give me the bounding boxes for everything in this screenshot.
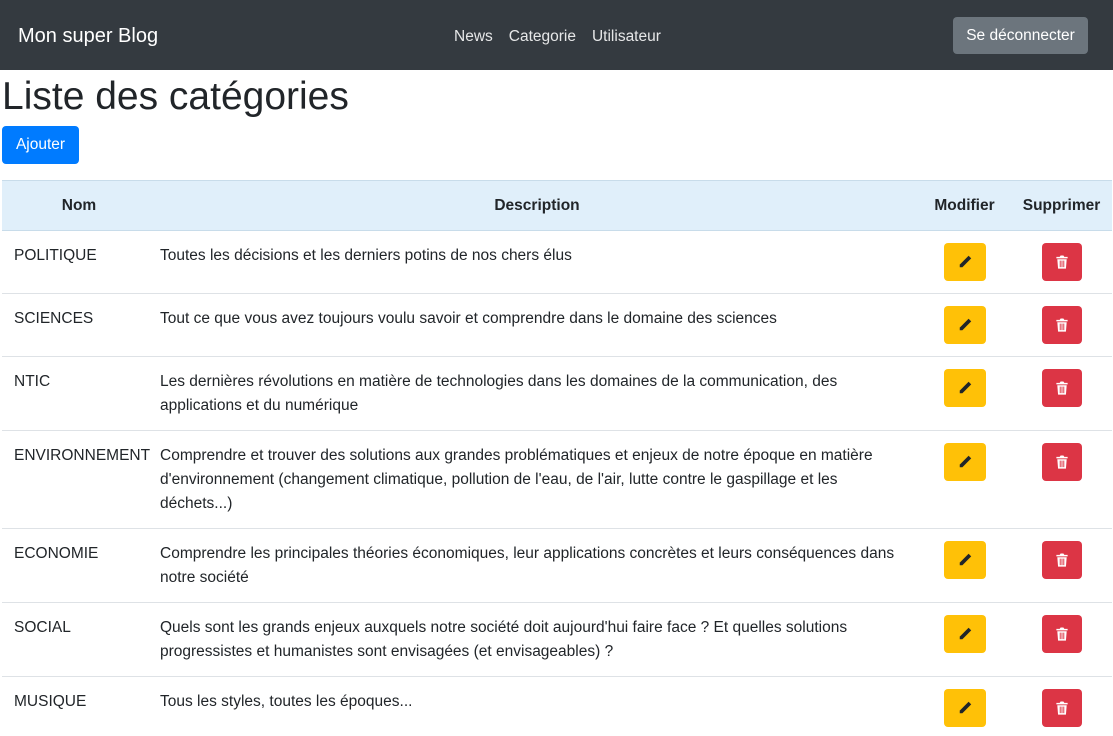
table-row: ENVIRONNEMENT Comprendre et trouver des s… (2, 430, 1112, 529)
nav-link-news[interactable]: News (454, 27, 493, 46)
category-name: SCIENCES (2, 293, 156, 357)
categories-table: Nom Description Modifier Supprimer POLIT… (2, 180, 1112, 736)
category-description: Comprendre et trouver des solutions aux … (156, 430, 918, 529)
delete-cell (1011, 430, 1112, 529)
edit-button[interactable] (943, 443, 986, 481)
category-description: Quels sont les grands enjeux auxquels no… (156, 602, 918, 677)
column-header-delete: Supprimer (1011, 180, 1112, 231)
column-header-edit: Modifier (918, 180, 1011, 231)
edit-cell (918, 430, 1011, 529)
edit-cell (918, 528, 1011, 603)
category-description: Les dernières révolutions en matière de … (156, 356, 918, 431)
category-description: Comprendre les principales théories écon… (156, 528, 918, 603)
delete-button[interactable] (1041, 369, 1082, 407)
delete-cell (1011, 676, 1112, 736)
edit-cell (918, 602, 1011, 677)
delete-button[interactable] (1041, 541, 1082, 579)
logout-button[interactable]: Se déconnecter (953, 17, 1088, 54)
category-description: Tout ce que vous avez toujours voulu sav… (156, 293, 918, 357)
navbar-brand[interactable]: Mon super Blog (18, 24, 158, 48)
table-row: ECONOMIE Comprendre les principales théor… (2, 528, 1112, 603)
category-name: ECONOMIE (2, 528, 156, 603)
edit-button[interactable] (943, 306, 986, 344)
delete-button[interactable] (1041, 306, 1082, 344)
table-row: NTIC Les dernières révolutions en matière… (2, 356, 1112, 431)
category-name: POLITIQUE (2, 230, 156, 294)
edit-button[interactable] (943, 615, 986, 653)
category-name: SOCIAL (2, 602, 156, 677)
table-row: SCIENCES Tout ce que vous avez toujours v… (2, 293, 1112, 357)
delete-cell (1011, 293, 1112, 357)
edit-button[interactable] (943, 541, 986, 579)
delete-cell (1011, 602, 1112, 677)
category-name: ENVIRONNEMENT (2, 430, 156, 529)
category-description: Toutes les décisions et les derniers pot… (156, 230, 918, 294)
table-row: MUSIQUE Tous les styles, toutes les époqu… (2, 676, 1112, 736)
column-header-name: Nom (2, 180, 156, 231)
table-header-row: Nom Description Modifier Supprimer (2, 180, 1112, 231)
delete-button[interactable] (1041, 443, 1082, 481)
delete-cell (1011, 528, 1112, 603)
table-row: SOCIAL Quels sont les grands enjeux auxqu… (2, 602, 1112, 677)
delete-button[interactable] (1041, 243, 1082, 281)
nav-link-utilisateur[interactable]: Utilisateur (592, 27, 661, 46)
category-description: Tous les styles, toutes les époques... (156, 676, 918, 736)
delete-cell (1011, 230, 1112, 294)
delete-button[interactable] (1041, 689, 1082, 727)
column-header-description: Description (156, 180, 918, 231)
nav-links: News Categorie Utilisateur (454, 27, 661, 46)
add-category-button[interactable]: Ajouter (2, 126, 79, 164)
edit-button[interactable] (943, 243, 986, 281)
edit-cell (918, 293, 1011, 357)
navbar: Mon super Blog News Categorie Utilisateu… (0, 0, 1113, 70)
edit-button[interactable] (943, 369, 986, 407)
category-name: NTIC (2, 356, 156, 431)
table-row: POLITIQUE Toutes les décisions et les der… (2, 230, 1112, 294)
delete-cell (1011, 356, 1112, 431)
nav-link-categorie[interactable]: Categorie (509, 27, 576, 46)
edit-button[interactable] (943, 689, 986, 727)
edit-cell (918, 676, 1011, 736)
delete-button[interactable] (1041, 615, 1082, 653)
page-title: Liste des catégories (2, 75, 349, 118)
edit-cell (918, 230, 1011, 294)
category-name: MUSIQUE (2, 676, 156, 736)
edit-cell (918, 356, 1011, 431)
